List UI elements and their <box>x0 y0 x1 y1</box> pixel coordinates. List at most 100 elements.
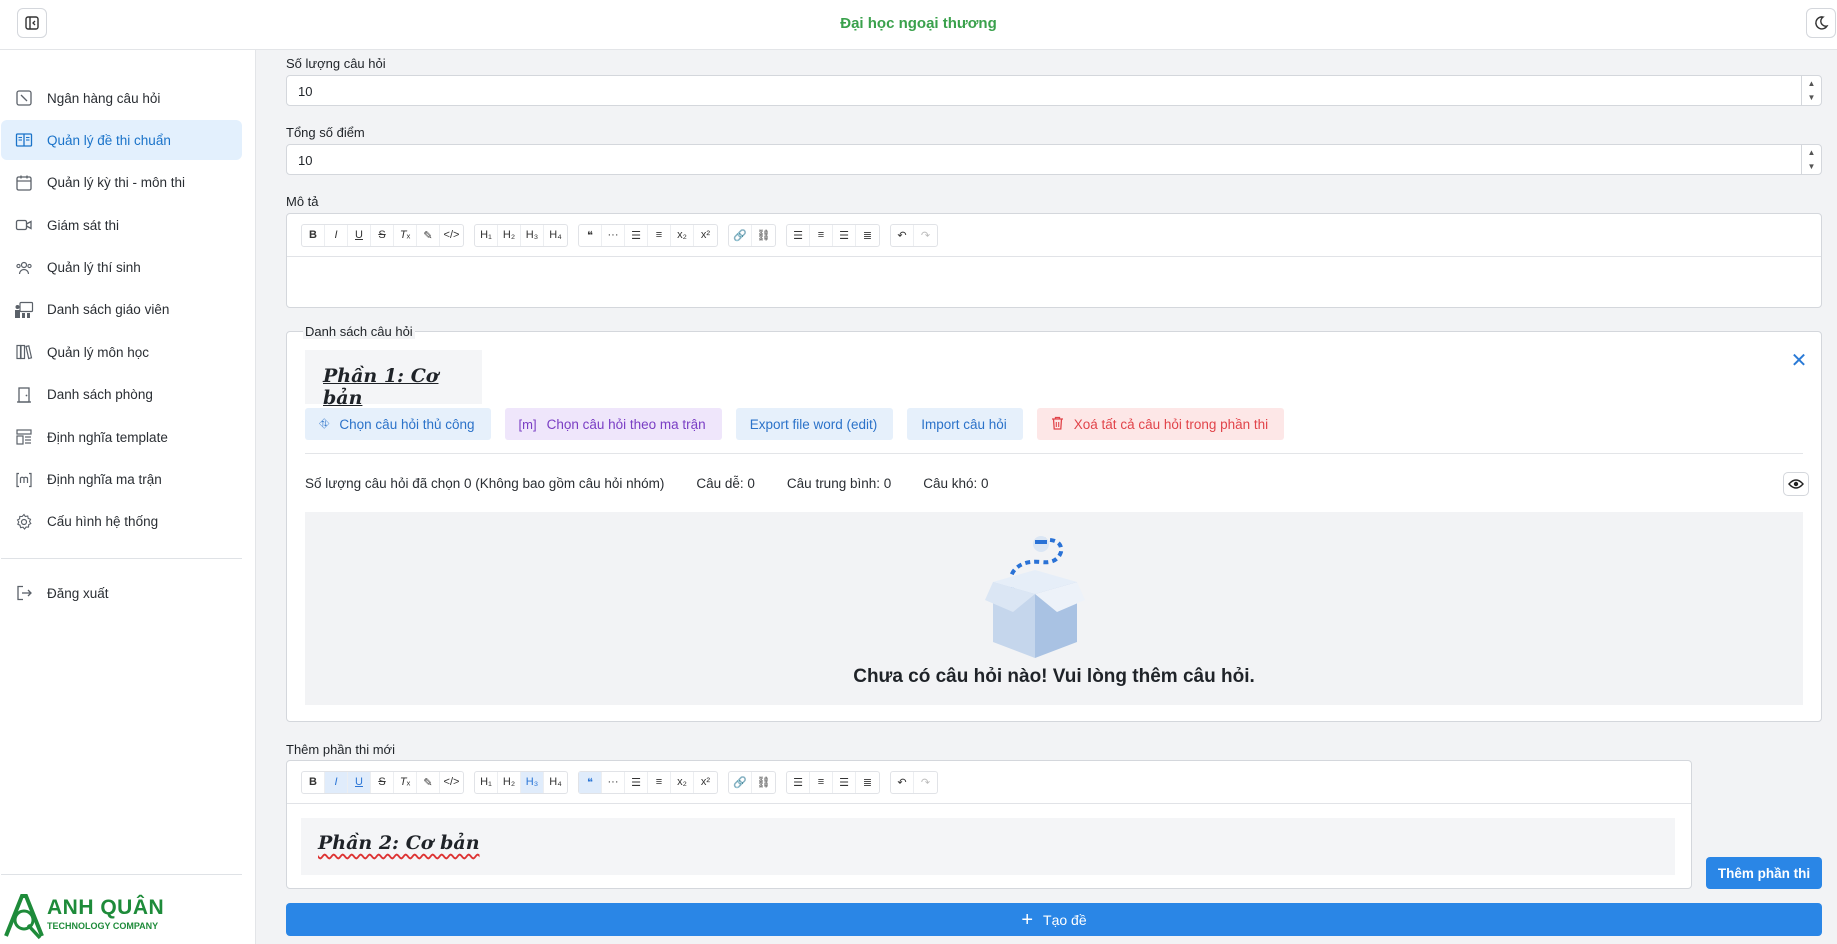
align-justify-button[interactable]: ≣ <box>856 772 879 793</box>
part-actions: ⛗ Chọn câu hỏi thủ công [m] Chọn câu hỏi t… <box>305 408 1298 440</box>
highlight-button[interactable]: ✎ <box>417 224 440 246</box>
clear-format-button[interactable]: Tₓ <box>394 771 417 793</box>
sidebar-item-question-bank[interactable]: Ngân hàng câu hỏi <box>1 78 242 118</box>
theme-toggle-button[interactable] <box>1806 8 1836 38</box>
sidebar-item-subjects[interactable]: Quản lý môn học <box>1 332 242 372</box>
align-right-button[interactable]: ☰ <box>833 224 856 246</box>
sidebar-item-candidates[interactable]: Quản lý thí sinh <box>1 248 242 288</box>
h2-button[interactable]: H₂ <box>498 771 521 793</box>
sidebar-item-exams-subjects[interactable]: Quản lý kỳ thi - môn thi <box>1 163 242 203</box>
question-list-legend: Danh sách câu hỏi <box>303 324 415 339</box>
sidebar-item-exam-templates[interactable]: Quản lý đề thi chuẩn <box>1 120 242 161</box>
strikethrough-button[interactable]: S <box>371 771 394 793</box>
sidebar-item-label: Cấu hình hệ thống <box>47 514 159 530</box>
undo-button[interactable]: ↶ <box>891 771 914 793</box>
manual-select-button[interactable]: ⛗ Chọn câu hỏi thủ công <box>305 408 491 440</box>
create-exam-button[interactable]: + Tạo đề <box>286 903 1822 936</box>
ordered-list-button[interactable]: ≡ <box>648 771 671 793</box>
unlink-button[interactable]: ⛓ <box>752 772 775 793</box>
description-content[interactable] <box>287 257 1821 307</box>
h3-button[interactable]: H₃ <box>521 224 544 246</box>
align-left-button[interactable]: ☰ <box>787 771 810 793</box>
close-icon[interactable]: ✕ <box>1787 348 1811 372</box>
subscript-button[interactable]: x₂ <box>671 771 694 793</box>
calendar-icon <box>13 172 35 194</box>
new-part-content[interactable]: Phần 2: Cơ bản <box>301 818 1675 875</box>
align-right-button[interactable]: ☰ <box>833 771 856 793</box>
description-toolbar: B I U S Tₓ ✎ </> H₁ H₂ H₃ H₄ ❝ ··· ☰ ≡ x₂ x² 🔗 ⛓ ☰ ≡ ☰ ≣ ↶… <box>287 214 1821 257</box>
chevron-down-icon[interactable]: ▼ <box>1808 93 1816 102</box>
bold-button[interactable]: B <box>302 771 325 793</box>
total-score-stepper[interactable]: ▲ ▼ <box>1801 145 1821 174</box>
h4-button[interactable]: H₄ <box>544 225 567 246</box>
sidebar-item-templates[interactable]: Định nghĩa template <box>1 417 242 457</box>
superscript-button[interactable]: x² <box>694 225 717 246</box>
italic-button[interactable]: I <box>325 224 348 246</box>
sidebar-item-proctoring[interactable]: Giám sát thi <box>1 205 242 245</box>
underline-button[interactable]: U <box>348 224 371 246</box>
chevron-up-icon[interactable]: ▲ <box>1808 148 1816 157</box>
superscript-button[interactable]: x² <box>694 772 717 793</box>
add-part-button[interactable]: Thêm phần thi <box>1706 857 1822 889</box>
highlight-button[interactable]: ✎ <box>417 771 440 793</box>
total-score-input[interactable]: 10 ▲ ▼ <box>286 144 1822 175</box>
strikethrough-button[interactable]: S <box>371 224 394 246</box>
question-count-input[interactable]: 10 ▲ ▼ <box>286 75 1822 106</box>
h2-button[interactable]: H₂ <box>498 224 521 246</box>
video-camera-icon <box>13 214 35 236</box>
sidebar-item-teachers[interactable]: Danh sách giáo viên <box>1 290 242 330</box>
link-button[interactable]: 🔗 <box>729 771 752 793</box>
sidebar-item-label: Ngân hàng câu hỏi <box>47 90 161 106</box>
horizontal-rule-button[interactable]: ··· <box>602 771 625 793</box>
logout-button[interactable]: Đăng xuất <box>1 573 242 613</box>
description-editor: B I U S Tₓ ✎ </> H₁ H₂ H₃ H₄ ❝ ··· ☰ ≡ x₂ x² 🔗 ⛓ ☰ ≡ ☰ ≣ ↶… <box>286 213 1822 308</box>
logout-section: Đăng xuất <box>1 573 242 615</box>
ordered-list-button[interactable]: ≡ <box>648 224 671 246</box>
h1-button[interactable]: H₁ <box>475 224 498 246</box>
subscript-button[interactable]: x₂ <box>671 224 694 246</box>
empty-message: Chưa có câu hỏi nào! Vui lòng thêm câu h… <box>853 666 1255 687</box>
chevron-up-icon[interactable]: ▲ <box>1808 79 1816 88</box>
blockquote-button[interactable]: ❝ <box>579 771 602 793</box>
delete-all-questions-button[interactable]: Xoá tất cả câu hỏi trong phần thi <box>1036 408 1285 440</box>
matrix-select-label: Chọn câu hỏi theo ma trận <box>546 416 706 432</box>
bullet-list-button[interactable]: ☰ <box>625 224 648 246</box>
new-part-label: Thêm phần thi mới <box>286 742 395 757</box>
bold-button[interactable]: B <box>302 224 325 246</box>
blockquote-button[interactable]: ❝ <box>579 224 602 246</box>
italic-button[interactable]: I <box>325 771 348 793</box>
undo-button[interactable]: ↶ <box>891 224 914 246</box>
code-button[interactable]: </> <box>440 772 463 793</box>
unlink-button[interactable]: ⛓ <box>752 225 775 246</box>
new-part-toolbar: B I U S Tₓ ✎ </> H₁ H₂ H₃ H₄ ❝ ··· ☰ ≡ x₂ x² 🔗 ⛓ ☰ ≡ ☰ ≣ ↶… <box>287 761 1691 804</box>
align-left-button[interactable]: ☰ <box>787 224 810 246</box>
clear-format-button[interactable]: Tₓ <box>394 224 417 246</box>
matrix-select-button[interactable]: [m] Chọn câu hỏi theo ma trận <box>504 408 722 440</box>
preview-button[interactable] <box>1783 472 1809 496</box>
import-questions-button[interactable]: Import câu hỏi <box>907 408 1023 440</box>
books-icon <box>13 341 35 363</box>
h3-button[interactable]: H₃ <box>521 771 544 793</box>
sidebar-item-settings[interactable]: Cấu hình hệ thống <box>1 502 242 542</box>
align-center-button[interactable]: ≡ <box>810 224 833 246</box>
align-center-button[interactable]: ≡ <box>810 771 833 793</box>
code-button[interactable]: </> <box>440 225 463 246</box>
part-title: Phần 1: Cơ bản <box>305 350 482 409</box>
question-count-stepper[interactable]: ▲ ▼ <box>1801 76 1821 105</box>
chevron-down-icon[interactable]: ▼ <box>1808 162 1816 171</box>
new-part-title: Phần 2: Cơ bản <box>318 832 480 854</box>
sidebar-item-matrix[interactable]: Định nghĩa ma trận <box>1 460 242 500</box>
link-button[interactable]: 🔗 <box>729 224 752 246</box>
align-justify-button[interactable]: ≣ <box>856 225 879 246</box>
h1-button[interactable]: H₁ <box>475 771 498 793</box>
underline-button[interactable]: U <box>348 771 371 793</box>
horizontal-rule-button[interactable]: ··· <box>602 224 625 246</box>
sidebar-divider <box>1 874 242 875</box>
sidebar-item-rooms[interactable]: Danh sách phòng <box>1 375 242 415</box>
h4-button[interactable]: H₄ <box>544 772 567 793</box>
bullet-list-button[interactable]: ☰ <box>625 771 648 793</box>
redo-button[interactable]: ↷ <box>914 772 937 793</box>
layout-template-icon <box>13 426 35 448</box>
redo-button[interactable]: ↷ <box>914 225 937 246</box>
export-word-button[interactable]: Export file word (edit) <box>735 408 894 440</box>
